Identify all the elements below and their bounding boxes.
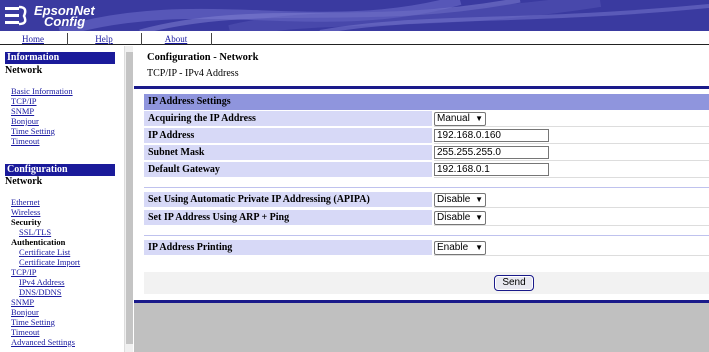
send-button[interactable]: Send bbox=[494, 275, 534, 291]
chevron-down-icon: ▼ bbox=[475, 195, 483, 204]
ip-printing-label: IP Address Printing bbox=[144, 240, 432, 256]
row-acquiring-ip: Acquiring the IP Address Manual ▼ bbox=[144, 111, 709, 127]
sidebar-link-snmp-info[interactable]: SNMP bbox=[11, 106, 34, 116]
subnet-mask-field[interactable]: 255.255.255.0 bbox=[434, 146, 549, 159]
row-ip-address: IP Address 192.168.0.160 bbox=[144, 128, 709, 144]
sidebar-link-dns-ddns[interactable]: DNS/DDNS bbox=[19, 287, 62, 297]
sidebar-link-ethernet[interactable]: Ethernet bbox=[11, 197, 40, 207]
sidebar-sub-network-info: Network bbox=[5, 65, 43, 76]
row-default-gateway: Default Gateway 192.168.0.1 bbox=[144, 162, 709, 178]
sidebar-heading-information: Information bbox=[5, 52, 115, 64]
chevron-down-icon: ▼ bbox=[475, 213, 483, 222]
ip-address-cell: 192.168.0.160 bbox=[434, 128, 709, 144]
acquiring-ip-selected: Manual bbox=[437, 113, 470, 124]
subnet-mask-label: Subnet Mask bbox=[144, 145, 432, 161]
nav-about-link[interactable]: About bbox=[142, 33, 210, 45]
sidebar-link-timeout-info[interactable]: Timeout bbox=[11, 136, 40, 146]
default-gateway-field[interactable]: 192.168.0.1 bbox=[434, 163, 549, 176]
section-header-ip-settings: IP Address Settings bbox=[144, 94, 709, 110]
page-title: Configuration - Network bbox=[147, 52, 259, 63]
header-divider bbox=[0, 31, 709, 32]
sidebar-link-snmp-config[interactable]: SNMP bbox=[11, 297, 34, 307]
subnet-mask-cell: 255.255.255.0 bbox=[434, 145, 709, 161]
header-swirl-graphic bbox=[58, 0, 709, 32]
ip-printing-selected: Enable bbox=[437, 242, 469, 253]
page-bottom-area bbox=[134, 300, 709, 352]
sidebar-label-authentication: Authentication bbox=[11, 237, 66, 247]
sidebar-scroll-thumb[interactable] bbox=[126, 52, 133, 344]
form-footer: Send bbox=[144, 272, 709, 294]
nav-help-link[interactable]: Help bbox=[68, 33, 140, 45]
row-arp-ping: Set IP Address Using ARP + Ping Disable … bbox=[144, 210, 709, 226]
ip-address-field[interactable]: 192.168.0.160 bbox=[434, 129, 549, 142]
title-divider bbox=[134, 86, 709, 89]
left-sidebar: Information Network Basic Information TC… bbox=[0, 46, 124, 352]
acquiring-ip-select[interactable]: Manual ▼ bbox=[434, 112, 486, 126]
sidebar-heading-configuration: Configuration bbox=[5, 164, 115, 176]
ip-printing-cell: Enable ▼ bbox=[434, 240, 709, 256]
chevron-down-icon: ▼ bbox=[475, 114, 483, 123]
row-ip-printing: IP Address Printing Enable ▼ bbox=[144, 240, 709, 256]
apipa-selected: Disable bbox=[437, 194, 471, 205]
sidebar-scrollbar[interactable] bbox=[124, 46, 133, 352]
sidebar-link-bonjour-config[interactable]: Bonjour bbox=[11, 307, 39, 317]
apipa-label: Set Using Automatic Private IP Addressin… bbox=[144, 192, 432, 208]
sidebar-label-security: Security bbox=[11, 217, 42, 227]
section-divider bbox=[144, 235, 709, 236]
epsonnet-logo-text: EpsonNet Config bbox=[34, 4, 95, 28]
arp-ping-cell: Disable ▼ bbox=[434, 210, 709, 226]
acquiring-ip-label: Acquiring the IP Address bbox=[144, 111, 432, 127]
arp-ping-label: Set IP Address Using ARP + Ping bbox=[144, 210, 432, 226]
epsonnet-logo: EpsonNet Config bbox=[4, 3, 95, 29]
apipa-select[interactable]: Disable ▼ bbox=[434, 193, 486, 207]
sidebar-sub-network-config: Network bbox=[5, 176, 43, 187]
ip-address-label: IP Address bbox=[144, 128, 432, 144]
acquiring-ip-cell: Manual ▼ bbox=[434, 111, 709, 127]
epsonnet-logo-icon bbox=[5, 5, 27, 26]
sidebar-link-certificate-list[interactable]: Certificate List bbox=[19, 247, 70, 257]
sidebar-link-timeout-config[interactable]: Timeout bbox=[11, 327, 40, 337]
sidebar-link-certificate-import[interactable]: Certificate Import bbox=[19, 257, 80, 267]
row-apipa: Set Using Automatic Private IP Addressin… bbox=[144, 192, 709, 208]
sidebar-link-advanced-settings[interactable]: Advanced Settings bbox=[11, 337, 75, 347]
sidebar-link-time-setting-info[interactable]: Time Setting bbox=[11, 126, 55, 136]
sidebar-link-time-setting-config[interactable]: Time Setting bbox=[11, 317, 55, 327]
sidebar-link-bonjour-info[interactable]: Bonjour bbox=[11, 116, 39, 126]
nav-home-link[interactable]: Home bbox=[0, 33, 66, 45]
apipa-cell: Disable ▼ bbox=[434, 192, 709, 208]
arp-ping-select[interactable]: Disable ▼ bbox=[434, 211, 486, 225]
default-gateway-cell: 192.168.0.1 bbox=[434, 162, 709, 178]
sidebar-link-wireless[interactable]: Wireless bbox=[11, 207, 40, 217]
main-content: Configuration - Network TCP/IP - IPv4 Ad… bbox=[134, 46, 709, 352]
nav-separator bbox=[211, 33, 212, 45]
page-subtitle: TCP/IP - IPv4 Address bbox=[147, 68, 239, 79]
top-nav: Home Help About bbox=[0, 33, 709, 45]
section-divider bbox=[144, 187, 709, 188]
sidebar-link-tcpip-config[interactable]: TCP/IP bbox=[11, 267, 37, 277]
app-header: EpsonNet Config bbox=[0, 0, 709, 32]
sidebar-link-tcpip-info[interactable]: TCP/IP bbox=[11, 96, 37, 106]
row-subnet-mask: Subnet Mask 255.255.255.0 bbox=[144, 145, 709, 161]
ip-printing-select[interactable]: Enable ▼ bbox=[434, 241, 486, 255]
default-gateway-label: Default Gateway bbox=[144, 162, 432, 178]
chevron-down-icon: ▼ bbox=[475, 243, 483, 252]
sidebar-link-ssl-tls[interactable]: SSL/TLS bbox=[19, 227, 51, 237]
sidebar-link-basic-information[interactable]: Basic Information bbox=[11, 86, 73, 96]
arp-ping-selected: Disable bbox=[437, 212, 471, 223]
sidebar-link-ipv4-address[interactable]: IPv4 Address bbox=[19, 277, 65, 287]
